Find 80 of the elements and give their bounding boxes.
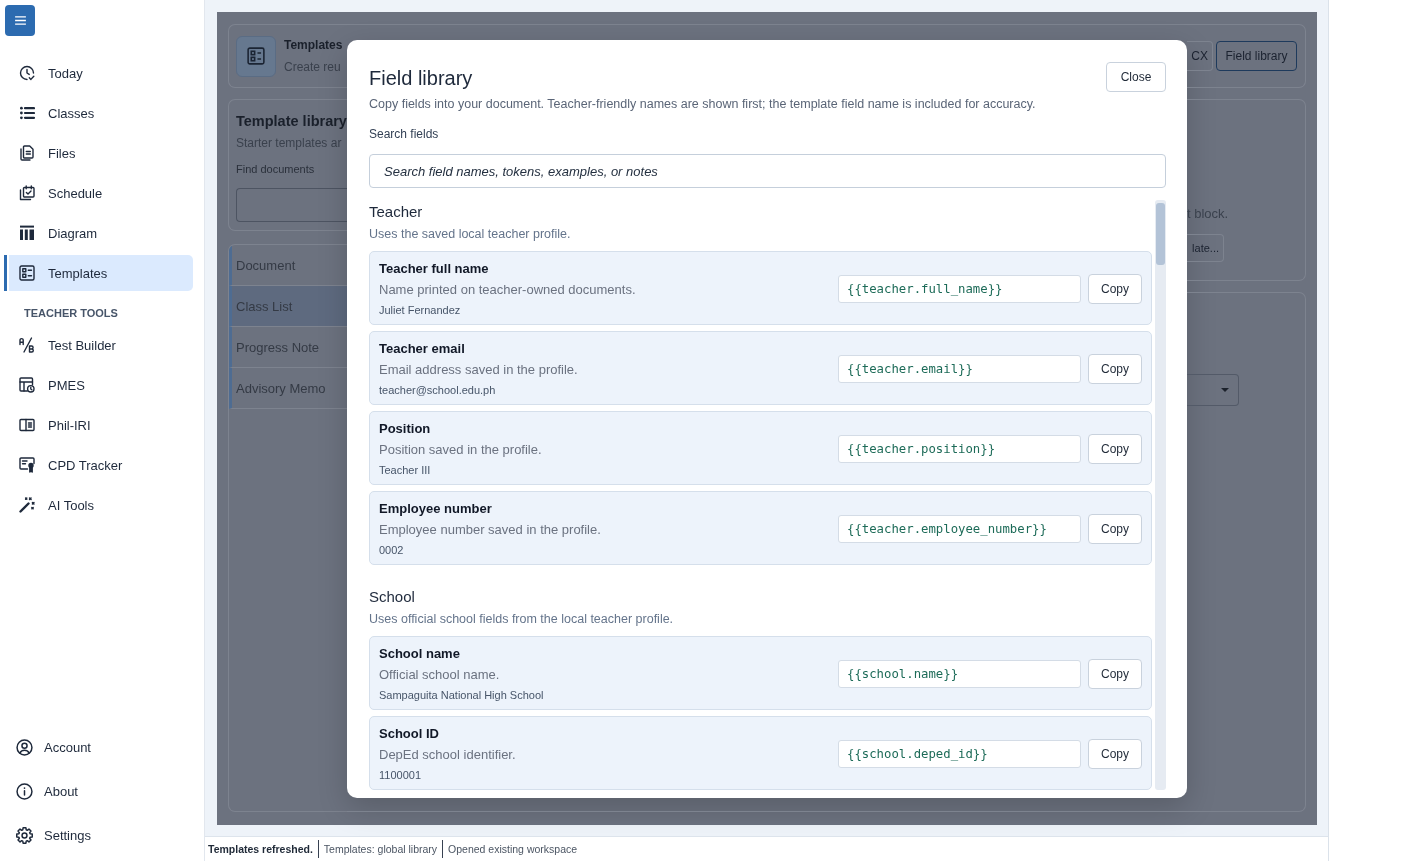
field-description: Email address saved in the profile. (379, 361, 578, 379)
field-description: Employee number saved in the profile. (379, 521, 601, 539)
field-example: teacher@school.edu.ph (379, 383, 496, 398)
token-field[interactable]: {{school.name}} (838, 660, 1081, 688)
group-description: Uses official school fields from the local teacher profile. (369, 611, 674, 628)
columns-icon (19, 225, 35, 241)
field-description: Name printed on teacher-owned documents. (379, 281, 636, 299)
field-example: 0002 (379, 543, 404, 558)
token-field[interactable]: {{teacher.email}} (838, 355, 1081, 383)
library-title: Template library (236, 112, 347, 131)
nav-item[interactable]: CPD Tracker (4, 447, 193, 483)
field-name: Employee number (379, 500, 492, 518)
documents-icon (19, 145, 35, 161)
template-icon (236, 35, 276, 77)
nav-item[interactable]: Settings (4, 817, 193, 853)
group-title: Teacher (369, 202, 423, 222)
nav-item[interactable]: About (4, 773, 193, 809)
field-example: Sampaguita National High School (379, 688, 544, 703)
nav-item[interactable]: Test Builder (4, 327, 193, 363)
nav-item[interactable]: Diagram (4, 215, 193, 251)
caret-icon (1221, 388, 1229, 392)
copy-button[interactable]: Copy (1088, 354, 1142, 384)
section-title: TEACHER TOOLS (24, 306, 118, 321)
page-title: Templates (284, 37, 343, 54)
nav-item[interactable]: Schedule (4, 175, 193, 211)
field-name: Position (379, 420, 431, 438)
copy-button[interactable]: Copy (1088, 274, 1142, 304)
token-field[interactable]: {{teacher.employee_number}} (838, 515, 1081, 543)
field-name: School name (379, 645, 460, 663)
book-panel-icon (19, 417, 35, 433)
status-message: Templates refreshed. (208, 842, 313, 857)
table-clock-icon (19, 377, 35, 393)
field-example: 1100001 (379, 768, 421, 783)
field-name: Teacher email (379, 340, 465, 358)
nav-item[interactable]: AI Tools (4, 487, 193, 523)
nav-item[interactable]: Templates (4, 255, 193, 291)
menu-button[interactable] (5, 5, 35, 36)
nav-item[interactable]: Today (4, 55, 193, 91)
calendar-check-icon (19, 185, 35, 201)
search-label: Find documents (236, 162, 316, 176)
field-description: DepEd school identifier. (379, 746, 516, 764)
field-example: Teacher III (379, 463, 431, 478)
field-name: School ID (379, 725, 439, 743)
letters-slash-icon (19, 337, 35, 353)
template-icon (19, 265, 35, 281)
status-item: Templates: global library (317, 840, 438, 858)
copy-button[interactable]: Copy (1088, 659, 1142, 689)
clock-check-icon (19, 65, 35, 81)
nav-item[interactable]: PMES (4, 367, 193, 403)
nav-item[interactable]: Account (4, 729, 193, 765)
magic-wand-icon (19, 497, 35, 513)
search-label: Search fields (369, 126, 439, 142)
dropdown[interactable] (1187, 374, 1239, 406)
token-field[interactable]: {{teacher.position}} (838, 435, 1081, 463)
certificate-icon (19, 457, 35, 473)
group-title: School (369, 587, 415, 607)
status-item: Opened existing workspace (442, 840, 578, 858)
copy-button[interactable]: Copy (1088, 739, 1142, 769)
close-button[interactable]: Close (1106, 62, 1166, 92)
scrollbar-thumb[interactable] (1156, 203, 1165, 265)
dialog-title: Field library (369, 66, 474, 91)
token-field[interactable]: {{school.deped_id}} (838, 740, 1081, 768)
field-name: Teacher full name (379, 260, 489, 278)
group-description: Uses the saved local teacher profile. (369, 226, 571, 243)
copy-button[interactable]: Copy (1088, 514, 1142, 544)
copy-button[interactable]: Copy (1088, 434, 1142, 464)
field-description: Official school name. (379, 666, 500, 684)
dialog-description: Copy fields into your document. Teacher-friendly names are shown first; the template field name is included for accuracy. (369, 96, 1036, 113)
field-description: Position saved in the profile. (379, 441, 542, 459)
nav-item[interactable]: Classes (4, 95, 193, 131)
user-circle-icon (16, 738, 33, 756)
info-icon (16, 782, 33, 800)
field-example: Juliet Fernandez (379, 303, 461, 318)
nav-item[interactable]: Phil-IRI (4, 407, 193, 443)
list-icon (19, 105, 35, 121)
scrollbar-track[interactable] (1155, 200, 1166, 790)
menu-icon (14, 16, 26, 25)
settings-icon (16, 826, 33, 844)
nav-item[interactable]: Files (4, 135, 193, 171)
token-field[interactable]: {{teacher.full_name}} (838, 275, 1081, 303)
